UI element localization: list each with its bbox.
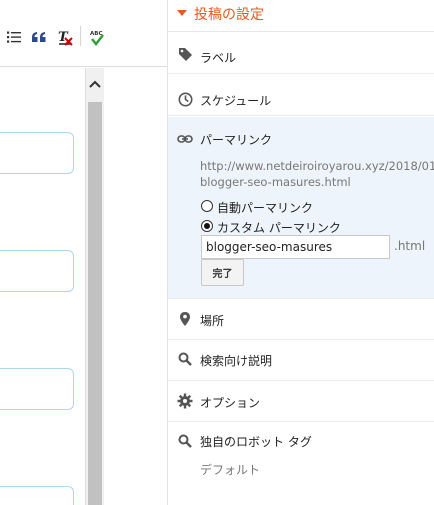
editor-content[interactable]: [0, 68, 86, 505]
editor-scrollbar[interactable]: [86, 68, 104, 505]
settings-row-schedule[interactable]: スケジュール: [168, 75, 434, 116]
auto-permalink-label[interactable]: 自動パーマリンク: [217, 199, 313, 216]
content-block[interactable]: [0, 368, 74, 410]
content-block[interactable]: [0, 132, 74, 174]
map-pin-icon: [177, 311, 193, 327]
toolbar-separator: [80, 26, 81, 46]
content-block[interactable]: [0, 250, 74, 292]
custom-permalink-input[interactable]: [201, 235, 390, 259]
radio-custom-permalink[interactable]: [201, 220, 213, 232]
settings-row-search-description[interactable]: 検索向け説明: [168, 341, 434, 381]
post-settings-panel: 投稿の設定 ラベル スケジュール パーマリンク http://www.netde…: [167, 0, 434, 505]
scrollbar-thumb[interactable]: [88, 102, 102, 505]
search-icon: [177, 351, 193, 367]
clock-icon: [177, 91, 193, 107]
clear-formatting-icon[interactable]: T: [54, 27, 76, 47]
custom-permalink-label[interactable]: カスタム パーマリンク: [217, 219, 341, 236]
permalink-suffix: .html: [394, 239, 426, 253]
post-settings-title: 投稿の設定: [194, 7, 264, 23]
search-description-label: 検索向け説明: [200, 354, 273, 368]
done-button[interactable]: 完了: [201, 259, 244, 286]
options-label: オプション: [200, 396, 261, 410]
content-block[interactable]: [0, 486, 74, 505]
schedule-label: スケジュール: [200, 94, 272, 108]
permalink-label: パーマリンク: [200, 133, 273, 147]
post-editor: T ABC: [0, 0, 167, 505]
bulleted-list-icon[interactable]: [3, 27, 25, 47]
tag-icon: [177, 46, 193, 62]
settings-row-permalink: パーマリンク http://www.netdeiroiroyarou.xyz/2…: [168, 117, 434, 299]
editor-toolbar: T ABC: [0, 0, 167, 67]
quote-icon[interactable]: [28, 27, 50, 47]
settings-row-location[interactable]: 場所: [168, 300, 434, 340]
settings-row-robot-tags[interactable]: 独自のロボット タグ デフォルト: [168, 423, 434, 483]
robot-tags-value: デフォルト: [200, 463, 261, 477]
settings-row-options[interactable]: オプション: [168, 382, 434, 422]
permalink-url-prefix: http://www.netdeiroiroyarou.xyz/2018/01/: [200, 159, 434, 173]
search-icon: [177, 433, 193, 449]
radio-auto-permalink[interactable]: [201, 200, 213, 212]
chevron-up-icon[interactable]: [86, 76, 104, 92]
link-icon: [177, 131, 193, 147]
gear-icon: [177, 393, 193, 409]
permalink-url-slug: blogger-seo-masures.html: [200, 175, 351, 189]
labels-label: ラベル: [200, 51, 237, 65]
post-settings-header[interactable]: 投稿の設定: [168, 0, 434, 32]
spellcheck-icon[interactable]: ABC: [86, 27, 108, 47]
location-label: 場所: [200, 314, 225, 328]
caret-down-icon: [177, 10, 187, 16]
settings-row-labels[interactable]: ラベル: [168, 33, 434, 74]
robot-tags-label: 独自のロボット タグ: [200, 435, 312, 449]
